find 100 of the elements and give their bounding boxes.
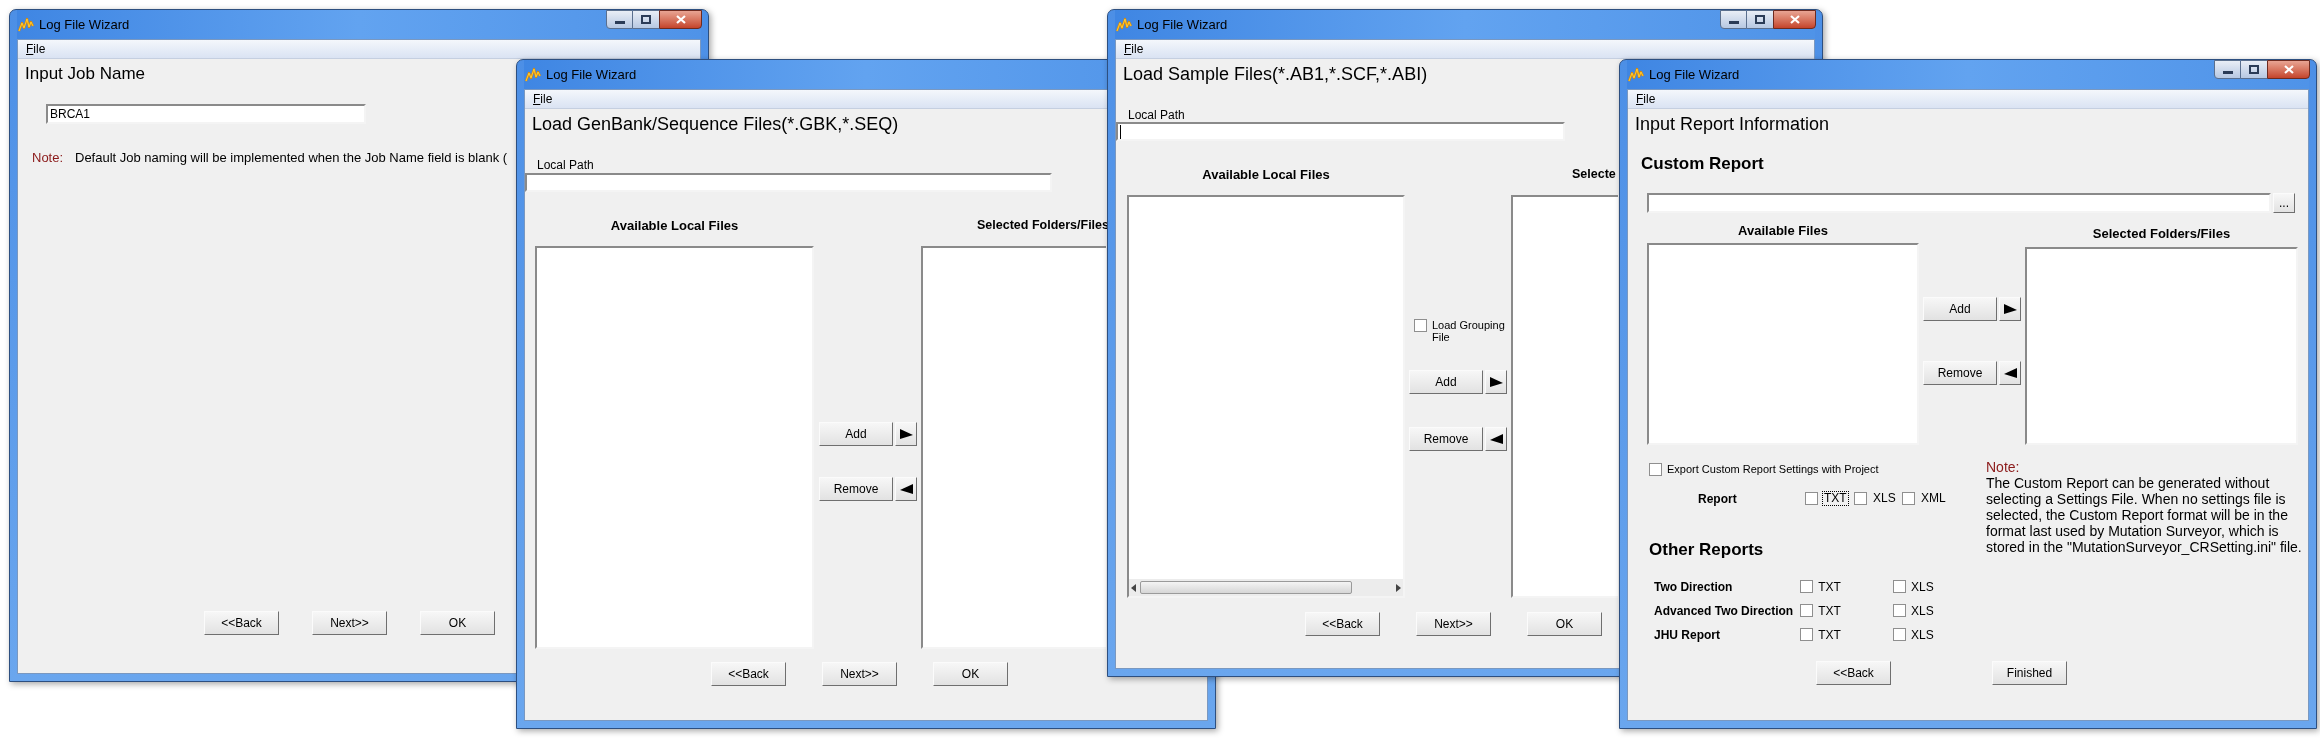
triangle-right-icon [1488, 375, 1504, 389]
add-button[interactable]: Add [1923, 297, 1997, 321]
checkbox-label: XLS [1872, 491, 1897, 506]
add-button[interactable]: Add [819, 422, 893, 446]
menu-item[interactable]: File [25, 40, 47, 58]
add-button[interactable]: Add [1409, 370, 1483, 394]
checkbox[interactable] [1805, 492, 1818, 505]
field-label: JHU Report [1654, 626, 1721, 644]
minimize-button[interactable] [2214, 60, 2241, 79]
local-path-field[interactable] [525, 173, 1052, 192]
minimize-icon [614, 20, 625, 25]
checkbox-label: XLS [1911, 602, 1934, 620]
maximize-button[interactable] [633, 10, 659, 29]
scroll-left-icon [1131, 583, 1137, 592]
menu-item[interactable]: File [532, 90, 554, 108]
checkbox[interactable] [1414, 319, 1427, 332]
checkbox[interactable] [1854, 492, 1867, 505]
checkbox[interactable] [1800, 604, 1814, 617]
close-button[interactable] [1773, 10, 1816, 29]
wizard-button[interactable]: OK [420, 611, 495, 635]
remove-button[interactable]: Remove [1409, 427, 1483, 451]
window-title: Log File Wizard [1649, 65, 1740, 84]
checkbox[interactable] [1902, 492, 1915, 505]
back-button[interactable]: <<Back [1816, 661, 1891, 685]
app-logo-icon [1628, 66, 1644, 83]
field-label: Local Path [1128, 108, 1185, 122]
menu-item[interactable]: File [1635, 90, 1657, 108]
remove-arrow-button[interactable] [1485, 427, 1507, 451]
checkbox-label: TXT [1818, 626, 1841, 644]
local-path-field[interactable] [1116, 122, 1565, 141]
back-button[interactable]: <<Back [204, 611, 279, 635]
checkbox[interactable] [1800, 580, 1814, 593]
settings-file-field[interactable] [1647, 193, 2271, 213]
list-header: Available Files [1738, 223, 1828, 238]
maximize-button[interactable] [1747, 10, 1773, 29]
remove-arrow-button[interactable] [895, 477, 917, 501]
wizard-button[interactable]: Next>> [312, 611, 387, 635]
checkbox[interactable] [1893, 580, 1907, 593]
list-header: Available Local Files [1202, 167, 1330, 182]
add-arrow-button[interactable] [1999, 297, 2021, 321]
section-heading: Custom Report [1641, 154, 1764, 174]
note-text: Default Job naming will be implemented when the Job Name field is blank ( [75, 150, 508, 166]
close-icon [2283, 65, 2294, 74]
job-name-field[interactable]: BRCA1 [46, 104, 366, 124]
wizard-button[interactable]: OK [933, 662, 1008, 686]
remove-button[interactable]: Remove [819, 477, 893, 501]
checkbox-label: XLS [1911, 626, 1934, 644]
scroll-right-icon [1395, 583, 1401, 592]
back-button[interactable]: <<Back [1305, 612, 1380, 636]
horizontal-scrollbar[interactable] [1129, 579, 1403, 596]
maximize-icon [641, 15, 651, 24]
list-header: Selected Folders/Files [2092, 226, 2231, 241]
section-heading: Other Reports [1649, 540, 1764, 559]
wizard-button[interactable]: OK [1527, 612, 1602, 636]
page-heading: Input Job Name [25, 64, 145, 84]
browse-button[interactable]: ... [2273, 193, 2295, 213]
checkbox-label: XLS [1911, 578, 1934, 596]
checkbox-label: Load Grouping File [1432, 319, 1506, 343]
checkbox[interactable] [1800, 628, 1814, 641]
checkbox-label: XML [1920, 491, 1947, 506]
close-icon [675, 15, 686, 24]
scrollbar-thumb[interactable] [1140, 581, 1352, 594]
checkbox-label: TXT [1818, 602, 1841, 620]
triangle-left-icon [898, 482, 914, 496]
triangle-left-icon [1488, 432, 1504, 446]
wizard-button[interactable]: Next>> [1416, 612, 1491, 636]
checkbox[interactable] [1893, 604, 1907, 617]
minimize-icon [2222, 70, 2233, 75]
field-label: Two Direction [1654, 578, 1734, 596]
minimize-button[interactable] [1720, 10, 1747, 29]
wizard-button[interactable]: Next>> [822, 662, 897, 686]
window-title: Log File Wizard [39, 15, 130, 34]
field-label: Report [1698, 490, 1738, 508]
back-button[interactable]: <<Back [711, 662, 786, 686]
app-logo-icon [1116, 16, 1132, 33]
page-heading: Load GenBank/Sequence Files(*.GBK,*.SEQ) [532, 114, 899, 134]
checkbox[interactable] [1893, 628, 1907, 641]
add-arrow-button[interactable] [895, 422, 917, 446]
checkbox[interactable] [1649, 463, 1662, 476]
checkbox-label: Export Custom Report Settings with Project [1667, 462, 1879, 478]
checkbox-label: TXT [1818, 578, 1841, 596]
maximize-button[interactable] [2241, 60, 2267, 79]
window-title: Log File Wizard [1137, 15, 1228, 34]
remove-arrow-button[interactable] [1999, 361, 2021, 385]
list-header: Selecte [1572, 167, 1616, 182]
wizard-button[interactable]: Finished [1992, 661, 2067, 685]
close-button[interactable] [659, 10, 702, 29]
close-icon [1789, 15, 1800, 24]
add-arrow-button[interactable] [1485, 370, 1507, 394]
menu-item[interactable]: File [1123, 40, 1145, 58]
triangle-right-icon [2002, 302, 2018, 316]
close-button[interactable] [2267, 60, 2310, 79]
remove-button[interactable]: Remove [1923, 361, 1997, 385]
field-label: Advanced Two Direction [1654, 602, 1795, 620]
maximize-icon [2249, 65, 2259, 74]
maximize-icon [1755, 15, 1765, 24]
note-label: Note: [32, 150, 65, 166]
triangle-left-icon [2002, 366, 2018, 380]
minimize-button[interactable] [606, 10, 633, 29]
app-logo-icon [18, 16, 34, 33]
